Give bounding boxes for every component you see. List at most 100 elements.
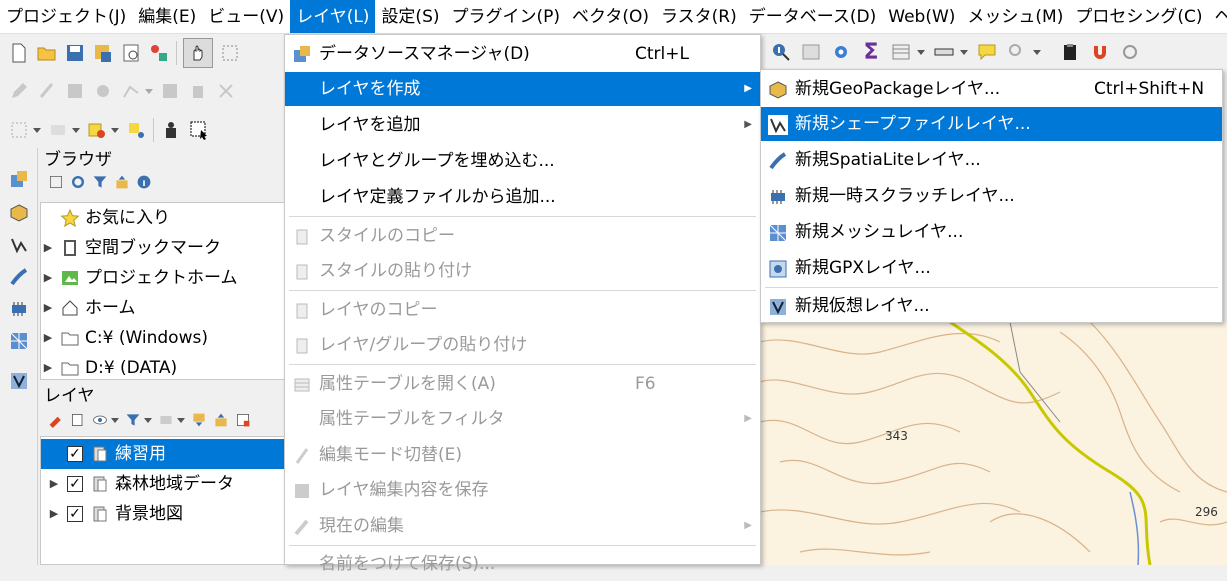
virtual-layer-icon[interactable] [8, 370, 30, 392]
chevron-down-icon[interactable] [1033, 49, 1041, 55]
chevron-down-icon[interactable] [960, 49, 968, 55]
select-by-value-icon[interactable] [47, 119, 69, 141]
snap-layer-icon[interactable] [1119, 41, 1141, 63]
layer-style-icon[interactable] [48, 412, 64, 428]
delete-icon[interactable] [187, 80, 209, 102]
sigma-icon[interactable]: Σ [860, 40, 882, 65]
chevron-down-icon[interactable] [177, 417, 185, 423]
menu-item-new-shapefile[interactable]: 新規シェープファイルレイヤ... [761, 107, 1222, 141]
expand-arrow-icon[interactable]: ▶ [41, 293, 55, 323]
browser-item-favorites[interactable]: お気に入り [41, 203, 170, 233]
geopackage-icon[interactable] [8, 202, 30, 224]
menu-item-new-scratch-layer[interactable]: 新規一時スクラッチレイヤ... [761, 179, 1222, 213]
clipboard-icon[interactable] [1059, 41, 1081, 63]
menu-item-current-edits[interactable]: 現在の編集 ▶ [285, 509, 760, 543]
zoom-search-icon[interactable] [1006, 41, 1028, 63]
expand-arrow-icon[interactable]: ▶ [41, 469, 67, 499]
map-canvas[interactable]: 343 296 [760, 322, 1227, 565]
layer-item[interactable]: ▶ ✓ 森林地域データ [41, 469, 234, 499]
cut-icon[interactable] [215, 80, 237, 102]
menu-item-filter-attribute-table[interactable]: 属性テーブルをフィルタ ▶ [285, 402, 760, 436]
select-features-icon[interactable] [8, 119, 30, 141]
save-edits-icon[interactable] [64, 80, 86, 102]
menu-settings[interactable]: 設定(S) [375, 0, 445, 33]
menu-item-new-virtual-layer[interactable]: 新規仮想レイヤ... [761, 289, 1222, 323]
collapse-all-icon[interactable] [213, 412, 229, 428]
eye-icon[interactable] [92, 412, 108, 428]
menu-project[interactable]: プロジェクト(J) [0, 0, 132, 33]
info-icon[interactable] [136, 174, 152, 190]
identify-icon[interactable] [770, 41, 792, 63]
expand-arrow-icon[interactable]: ▶ [41, 233, 55, 263]
menu-item-add-layer[interactable]: レイヤを追加 ▶ [285, 108, 760, 142]
refresh-icon[interactable] [70, 174, 86, 190]
layer-item[interactable]: ▶ ✓ 背景地図 [41, 499, 183, 529]
map-tips-icon[interactable] [976, 41, 998, 63]
vertex-tool-icon[interactable] [120, 80, 142, 102]
browser-item-home[interactable]: ▶ ホーム [41, 293, 136, 323]
menu-processing[interactable]: プロセシング(C) [1069, 0, 1208, 33]
edit-table-icon[interactable] [159, 80, 181, 102]
menu-item-data-source-manager[interactable]: データソースマネージャ(D) Ctrl+L [285, 37, 760, 71]
chevron-down-icon[interactable] [33, 127, 41, 133]
style-manager-icon[interactable] [148, 42, 170, 64]
expand-all-icon[interactable] [191, 412, 207, 428]
chevron-down-icon[interactable] [111, 417, 119, 423]
layer-visibility-checkbox[interactable]: ✓ [67, 476, 83, 492]
pan-hand-icon[interactable] [183, 38, 213, 68]
chevron-down-icon[interactable] [144, 417, 152, 423]
expand-arrow-icon[interactable]: ▶ [41, 499, 67, 529]
chevron-down-icon[interactable] [145, 88, 153, 94]
new-project-icon[interactable] [8, 42, 30, 64]
add-group-icon[interactable] [70, 412, 86, 428]
remove-layer-icon[interactable] [235, 412, 251, 428]
print-layout-icon[interactable] [120, 42, 142, 64]
browser-item-project-home[interactable]: ▶ プロジェクトホーム [41, 263, 238, 293]
menu-item-toggle-editing[interactable]: 編集モード切替(E) [285, 438, 760, 472]
mesh-icon[interactable] [8, 330, 30, 352]
expand-arrow-icon[interactable]: ▶ [41, 323, 55, 353]
menu-layer[interactable]: レイヤ(L) [290, 0, 376, 33]
deselect-icon[interactable] [86, 119, 108, 141]
menu-item-paste-style[interactable]: スタイルの貼り付け [285, 254, 760, 288]
open-folder-icon[interactable] [36, 42, 58, 64]
magnet-snapping-icon[interactable] [1089, 41, 1111, 63]
pencil-icon[interactable] [8, 80, 30, 102]
layer-item[interactable]: ✓ 練習用 [41, 439, 284, 469]
menu-help[interactable]: ヘルプ( [1208, 0, 1227, 33]
browser-item-bookmarks[interactable]: ▶ 空間ブックマーク [41, 233, 221, 263]
menu-view[interactable]: ビュー(V) [202, 0, 290, 33]
pen-icon[interactable] [36, 80, 58, 102]
menu-vector[interactable]: ベクタ(O) [566, 0, 655, 33]
menu-raster[interactable]: ラスタ(R) [655, 0, 743, 33]
filter-icon[interactable] [92, 174, 108, 190]
menu-item-open-attribute-table[interactable]: 属性テーブルを開く(A) F6 [285, 367, 760, 401]
menu-web[interactable]: Web(W) [882, 0, 961, 33]
layer-visibility-checkbox[interactable]: ✓ [67, 506, 83, 522]
collapse-all-icon[interactable] [114, 174, 130, 190]
chevron-down-icon[interactable] [917, 49, 925, 55]
add-selected-icon[interactable] [48, 174, 64, 190]
chevron-down-icon[interactable] [72, 127, 80, 133]
menu-item-save-layer-edits[interactable]: レイヤ編集内容を保存 [285, 473, 760, 507]
browser-item-drive-c[interactable]: ▶ C:¥ (Windows) [41, 323, 208, 353]
expand-arrow-icon[interactable]: ▶ [41, 353, 55, 383]
shapefile-icon[interactable] [8, 234, 30, 256]
filter-legend-icon[interactable] [125, 412, 141, 428]
save-icon[interactable] [64, 42, 86, 64]
pan-selection-icon[interactable] [219, 42, 241, 64]
menu-edit[interactable]: 編集(E) [132, 0, 202, 33]
menu-database[interactable]: データベース(D) [743, 0, 883, 33]
select-rectangle-icon[interactable] [188, 119, 210, 141]
menu-item-embed-layers[interactable]: レイヤとグループを埋め込む... [285, 144, 760, 178]
layer-visibility-checkbox[interactable]: ✓ [67, 446, 83, 462]
menu-item-create-layer[interactable]: レイヤを作成 ▶ [285, 72, 760, 106]
save-as-icon[interactable] [92, 42, 114, 64]
menu-item-new-mesh-layer[interactable]: 新規メッシュレイヤ... [761, 215, 1222, 249]
measure-ruler-icon[interactable] [933, 41, 955, 63]
menu-item-new-gpx-layer[interactable]: 新規GPXレイヤ... [761, 251, 1222, 285]
menu-item-save-as[interactable]: 名前をつけて保存(S)... [285, 547, 760, 581]
menu-mesh[interactable]: メッシュ(M) [961, 0, 1069, 33]
data-source-manager-icon[interactable] [8, 168, 30, 190]
menu-item-copy-layer[interactable]: レイヤのコピー [285, 293, 760, 327]
